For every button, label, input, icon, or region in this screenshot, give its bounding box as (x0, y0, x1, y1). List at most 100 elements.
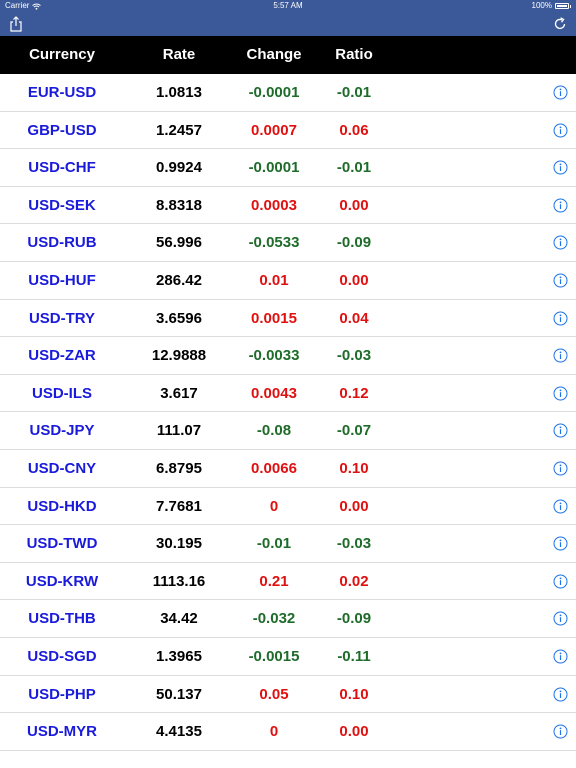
battery-indicator: 100% (532, 0, 571, 12)
info-icon (553, 85, 568, 100)
currency-pair: USD-SGD (27, 647, 97, 665)
info-button[interactable] (553, 386, 568, 401)
currency-pair: GBP-USD (27, 121, 97, 139)
info-button[interactable] (553, 235, 568, 250)
currency-column-header: Currency (29, 46, 95, 63)
refresh-icon (554, 17, 566, 30)
share-button[interactable] (4, 12, 28, 36)
currency-pair: USD-MYR (27, 723, 97, 741)
ratio-value: 0.10 (339, 685, 369, 703)
ratio-value: -0.07 (336, 422, 372, 440)
info-button[interactable] (553, 461, 568, 476)
refresh-button[interactable] (548, 12, 572, 36)
ratio-value: -0.03 (336, 347, 372, 365)
ratio-value: 0.12 (339, 384, 369, 402)
info-icon (553, 386, 568, 401)
info-icon (553, 123, 568, 138)
ratio-value: -0.03 (336, 535, 372, 553)
table-row[interactable]: USD-KRW 1113.16 0.21 0.02 (0, 563, 576, 601)
battery-percent: 100% (531, 1, 552, 10)
table-row[interactable]: USD-RUB 56.996 -0.0533 -0.09 (0, 224, 576, 262)
info-button[interactable] (553, 123, 568, 138)
table-row[interactable]: USD-CNY 6.8795 0.0066 0.10 (0, 450, 576, 488)
info-icon (553, 611, 568, 626)
currency-pair: USD-HUF (28, 271, 96, 289)
info-icon (553, 687, 568, 701)
info-icon (553, 536, 568, 551)
status-bar: Carrier 5:57 AM 100% (0, 0, 576, 12)
currency-pair: USD-HKD (27, 497, 97, 515)
table-row[interactable]: USD-TRY 3.6596 0.0015 0.04 (0, 300, 576, 338)
info-button[interactable] (553, 198, 568, 213)
info-icon (553, 348, 568, 363)
currency-pair: USD-TRY (28, 309, 96, 327)
currency-pair: USD-SEK (28, 196, 96, 214)
info-button[interactable] (553, 611, 568, 626)
table-row[interactable]: GBP-USD 1.2457 0.0007 0.06 (0, 112, 576, 150)
info-button[interactable] (553, 85, 568, 100)
battery-tip (570, 4, 571, 8)
ratio-value: 0.04 (339, 309, 369, 327)
currency-pair: USD-ZAR (28, 347, 96, 365)
table-row[interactable]: USD-HUF 286.42 0.01 0.00 (0, 262, 576, 300)
table-row[interactable]: USD-CHF 0.9924 -0.0001 -0.01 (0, 149, 576, 187)
table-row[interactable]: USD-HKD 7.7681 0 0.00 (0, 488, 576, 526)
table-row[interactable]: USD-ZAR 12.9888 -0.0033 -0.03 (0, 337, 576, 375)
currency-pair: USD-KRW (25, 572, 99, 590)
ratio-value: 0.00 (339, 196, 369, 214)
ratio-value: 0.00 (339, 271, 369, 289)
ratio-value: 0.00 (339, 497, 369, 515)
currency-pair: USD-RUB (27, 234, 97, 252)
currency-pair: USD-PHP (28, 685, 96, 703)
info-icon (553, 724, 568, 739)
currency-pair: EUR-USD (27, 84, 97, 101)
table-row[interactable]: USD-JPY 111.07 -0.08 -0.07 (0, 412, 576, 450)
share-icon (10, 16, 22, 32)
info-button[interactable] (553, 311, 568, 326)
navigation-bar (0, 12, 576, 36)
currency-pair: USD-JPY (29, 422, 95, 440)
currency-pair: USD-ILS (32, 384, 92, 402)
table-row[interactable]: USD-THB 34.42 -0.032 -0.09 (0, 600, 576, 638)
info-button[interactable] (553, 687, 568, 702)
currency-rate-list: EUR-USD 1.0813 -0.0001 -0.01 GBP-USD 1.2457 0.… (0, 74, 576, 751)
ratio-column-header: Ratio (335, 46, 373, 63)
battery-icon (555, 3, 569, 9)
info-icon (553, 235, 568, 250)
ratio-value: -0.09 (336, 234, 372, 252)
info-button[interactable] (553, 160, 568, 175)
table-row[interactable]: EUR-USD 1.0813 -0.0001 -0.01 (0, 74, 576, 112)
table-row[interactable]: USD-TWD 30.195 -0.01 -0.03 (0, 525, 576, 563)
ratio-value: -0.09 (336, 610, 372, 628)
info-icon (553, 160, 568, 175)
info-icon (553, 499, 568, 514)
table-row[interactable]: USD-SEK 8.8318 0.0003 0.00 (0, 187, 576, 225)
info-button[interactable] (553, 499, 568, 514)
ratio-value: 0.02 (339, 572, 369, 590)
status-time: 5:57 AM (273, 1, 303, 10)
ratio-value: 0.06 (339, 121, 369, 139)
info-button[interactable] (553, 423, 568, 438)
table-header: Currency Rate Change Ratio (0, 36, 576, 74)
info-icon (553, 311, 568, 326)
info-button[interactable] (553, 574, 568, 589)
ratio-value: -0.01 (336, 84, 372, 101)
info-button[interactable] (553, 536, 568, 551)
table-row[interactable]: USD-SGD 1.3965 -0.0015 -0.11 (0, 638, 576, 676)
info-button[interactable] (553, 724, 568, 739)
ratio-value: 0.00 (339, 723, 369, 741)
info-button[interactable] (553, 649, 568, 664)
info-icon (553, 198, 568, 213)
currency-pair: USD-THB (28, 610, 96, 628)
currency-pair: USD-CHF (28, 159, 96, 177)
info-button[interactable] (553, 348, 568, 363)
ratio-value: -0.11 (337, 647, 371, 665)
info-icon (553, 461, 568, 476)
info-button[interactable] (553, 273, 568, 288)
table-row[interactable]: USD-ILS 3.617 0.0043 0.12 (0, 375, 576, 413)
currency-pair: USD-CNY (27, 459, 97, 477)
table-row[interactable]: USD-MYR 4.4135 0 0.00 (0, 713, 576, 751)
table-row[interactable]: USD-PHP 50.137 0.05 0.10 (0, 676, 576, 714)
info-icon (553, 574, 568, 589)
ratio-value: 0.10 (339, 459, 369, 477)
